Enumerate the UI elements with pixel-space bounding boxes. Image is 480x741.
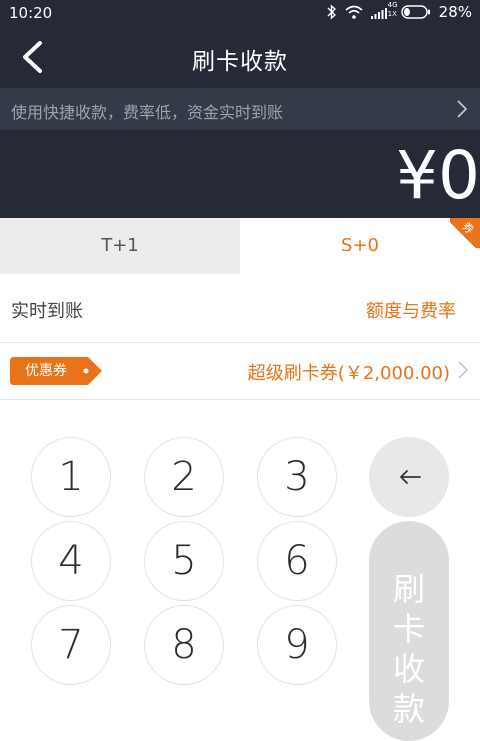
coupon-tag-label: 优惠券 — [25, 363, 67, 379]
chevron-right-icon — [456, 99, 468, 123]
status-bar: 10:20 4G 1X 28% — [0, 0, 480, 26]
signal-icon: 4G 1X — [370, 1, 398, 20]
key-9[interactable]: 9 — [257, 605, 337, 685]
coupon-row[interactable]: 优惠券 超级刷卡券(￥2,000.00) — [0, 343, 480, 400]
backspace-button[interactable] — [369, 437, 449, 517]
promo-banner[interactable]: 使用快捷收款，费率低，资金实时到账 — [0, 88, 480, 130]
settlement-label: 实时到账 — [11, 301, 83, 322]
key-5[interactable]: 5 — [144, 521, 224, 601]
status-time: 10:20 — [9, 4, 53, 22]
settlement-tabs: T+1 S+0 券 — [0, 218, 480, 274]
battery-percent: 28% — [438, 3, 472, 21]
network-subtype: 1X — [387, 10, 397, 18]
chevron-right-icon — [458, 361, 468, 383]
submit-char-1: 刷 — [392, 570, 425, 608]
key-2[interactable]: 2 — [144, 437, 224, 517]
amount-value: ¥0 — [396, 137, 480, 214]
key-8[interactable]: 8 — [144, 605, 224, 685]
key-3[interactable]: 3 — [257, 437, 337, 517]
key-6[interactable]: 6 — [257, 521, 337, 601]
status-icons: 4G 1X 28% — [327, 1, 472, 21]
key-1[interactable]: 1 — [31, 437, 111, 517]
tab-t1[interactable]: T+1 — [0, 218, 240, 274]
bluetooth-icon — [327, 4, 337, 20]
submit-char-2: 卡 — [392, 610, 425, 648]
numeric-keypad: 1 2 3 4 5 6 7 8 9 刷 卡 收 款 — [0, 400, 480, 741]
promo-text: 使用快捷收款，费率低，资金实时到账 — [11, 103, 284, 122]
tab-s0[interactable]: S+0 券 — [240, 218, 480, 274]
page-title: 刷卡收款 — [192, 49, 288, 75]
tab-s0-label: S+0 — [341, 235, 379, 256]
key-7[interactable]: 7 — [31, 605, 111, 685]
app-bar: 刷卡收款 — [0, 26, 480, 88]
coupon-name: 超级刷卡券(￥2,000.00) — [247, 363, 450, 384]
amount-display: ¥0 — [0, 130, 480, 218]
submit-char-4: 款 — [392, 690, 425, 728]
coupon-tag: 优惠券 — [10, 357, 102, 385]
wifi-icon — [345, 5, 363, 19]
submit-char-3: 收 — [392, 650, 425, 688]
key-4[interactable]: 4 — [31, 521, 111, 601]
network-type: 4G — [387, 1, 398, 9]
battery-icon — [400, 5, 431, 19]
coupon-corner-badge: 券 — [450, 218, 480, 248]
limits-fees-link[interactable]: 额度与费率 — [366, 297, 456, 323]
coupon-badge-text: 券 — [450, 218, 480, 248]
swipe-card-submit-button[interactable]: 刷 卡 收 款 — [369, 521, 449, 741]
settlement-row: 实时到账 额度与费率 — [0, 274, 480, 343]
backspace-arrow-icon — [400, 470, 421, 484]
